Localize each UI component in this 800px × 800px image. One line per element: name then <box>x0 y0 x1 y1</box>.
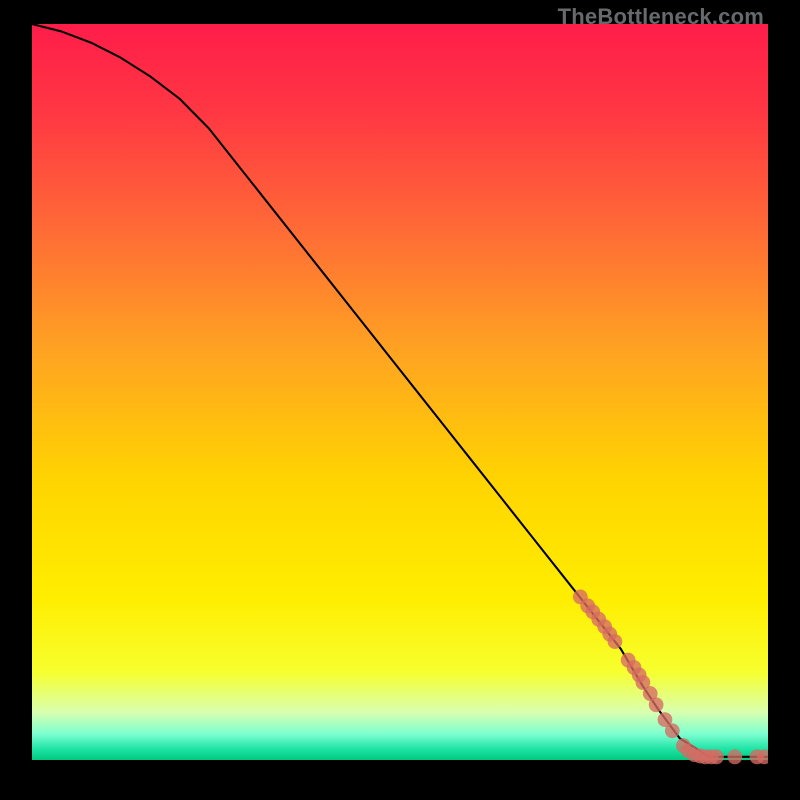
data-point <box>649 697 664 712</box>
data-point <box>665 723 680 738</box>
data-point <box>608 634 623 649</box>
curve-markers <box>573 589 768 764</box>
chart-stage: TheBottleneck.com <box>0 0 800 800</box>
data-point <box>709 749 724 764</box>
data-point <box>728 749 743 764</box>
curve-layer <box>32 24 768 768</box>
plot-area <box>32 24 768 768</box>
bottleneck-curve <box>32 24 768 757</box>
